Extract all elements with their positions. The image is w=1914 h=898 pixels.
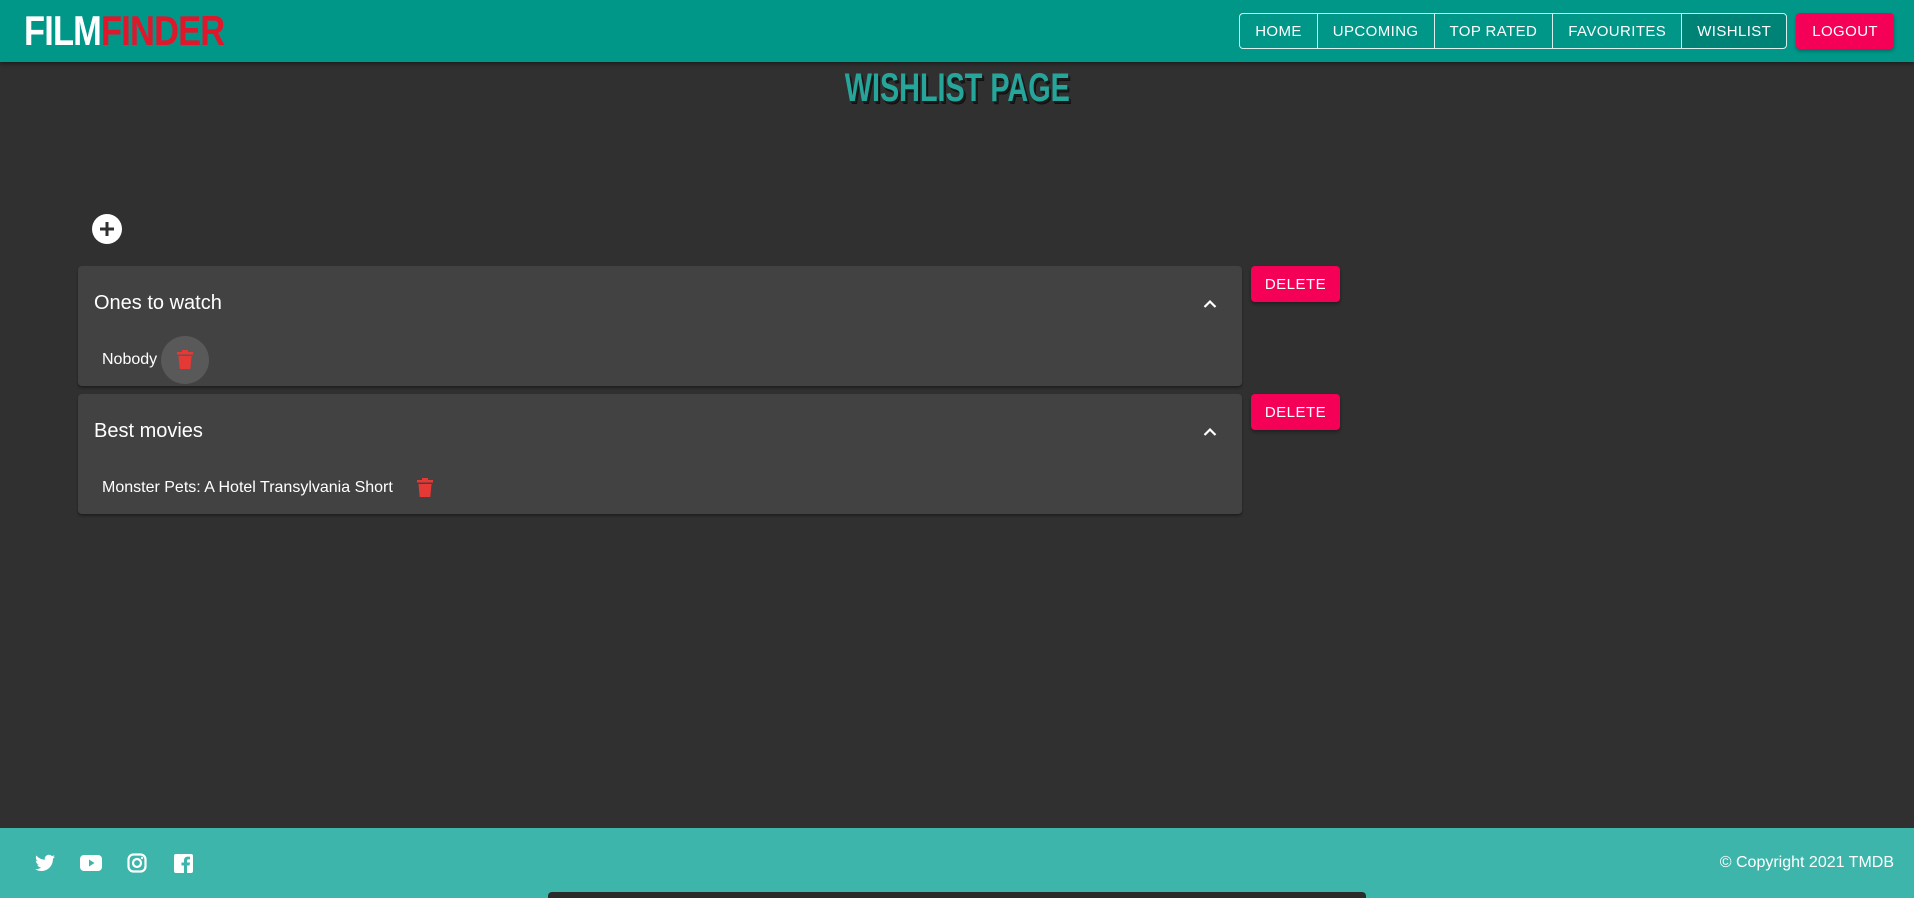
plus-circle-icon <box>100 222 114 236</box>
nav-upcoming-button[interactable]: UPCOMING <box>1318 14 1435 48</box>
main-nav: HOME UPCOMING TOP RATED FAVOURITES WISHL… <box>1239 13 1894 49</box>
movie-title: Monster Pets: A Hotel Transylvania Short <box>102 479 393 496</box>
wishlist-item: Nobody <box>102 336 210 384</box>
remove-movie-button[interactable] <box>401 464 449 512</box>
wishlist-item: Monster Pets: A Hotel Transylvania Short <box>102 464 449 512</box>
overlay-strip <box>548 892 1366 898</box>
nav-button-group: HOME UPCOMING TOP RATED FAVOURITES WISHL… <box>1239 13 1788 49</box>
wishlist-title[interactable]: Best movies <box>94 420 203 443</box>
trash-icon <box>177 350 194 369</box>
logo-film: FILM <box>24 7 102 54</box>
page-title: WISHLIST PAGE <box>0 66 1914 111</box>
copyright-text: © Copyright 2021 TMDB <box>1719 854 1894 871</box>
logo-finder: FINDER <box>101 7 225 54</box>
wishlist-title[interactable]: Ones to watch <box>94 292 222 315</box>
nav-favourites-button[interactable]: FAVOURITES <box>1553 14 1683 48</box>
remove-movie-button[interactable] <box>161 336 210 384</box>
nav-wishlist-button[interactable]: WISHLIST <box>1682 14 1787 48</box>
logout-button[interactable]: LOGOUT <box>1796 13 1894 49</box>
twitter-icon[interactable] <box>34 852 56 874</box>
page-title-text: WISHLIST PAGE <box>844 66 1070 110</box>
chevron-up-icon[interactable] <box>1198 420 1222 444</box>
wishlist-panel: Best movies Monster Pets: A Hotel Transy… <box>78 394 1242 514</box>
chevron-up-icon[interactable] <box>1198 292 1222 316</box>
nav-top-rated-button[interactable]: TOP RATED <box>1435 14 1554 48</box>
trash-icon <box>416 478 433 497</box>
logo[interactable]: FILMFINDER <box>24 7 225 54</box>
social-links <box>34 852 194 874</box>
youtube-icon[interactable] <box>80 852 102 874</box>
movie-title: Nobody <box>102 351 158 368</box>
instagram-icon[interactable] <box>126 852 148 874</box>
facebook-icon[interactable] <box>172 852 194 874</box>
add-wishlist-button[interactable] <box>92 214 122 244</box>
delete-wishlist-button[interactable]: DELETE <box>1251 266 1340 302</box>
nav-home-button[interactable]: HOME <box>1240 14 1318 48</box>
app-bar: FILMFINDER HOME UPCOMING TOP RATED FAVOU… <box>0 0 1914 62</box>
wishlist-panel: Ones to watch Nobody <box>78 266 1242 386</box>
delete-wishlist-button[interactable]: DELETE <box>1251 394 1340 430</box>
footer: © Copyright 2021 TMDB <box>0 828 1914 898</box>
